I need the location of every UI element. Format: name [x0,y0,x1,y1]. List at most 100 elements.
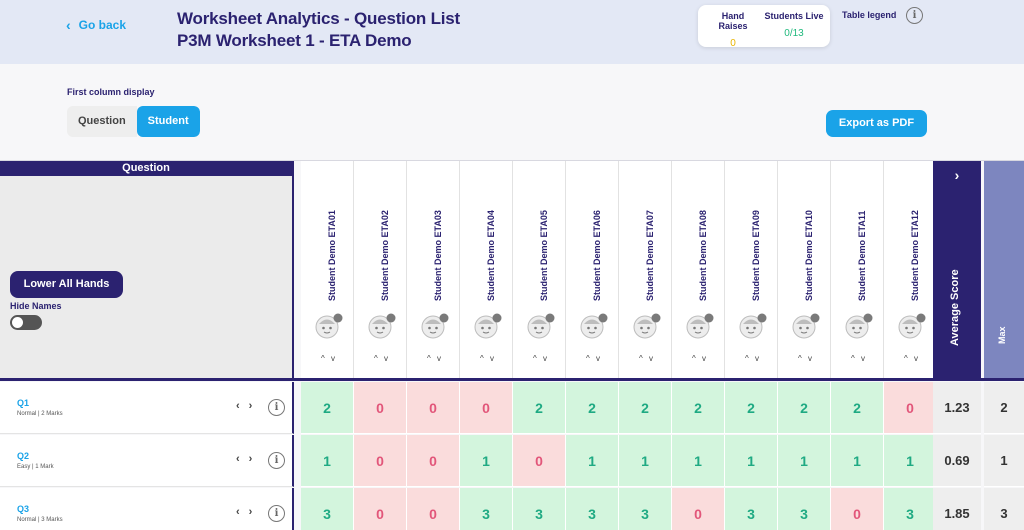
score-cell[interactable]: 0 [460,382,513,434]
sort-icon[interactable]: ^ v [633,354,661,363]
score-cell[interactable]: 1 [619,435,672,487]
student-name-text: Student Demo ETA10 [804,210,814,301]
go-back-link[interactable]: ‹ Go back [66,17,126,33]
sort-icon[interactable]: ^ v [792,354,820,363]
first-column-label: First column display [67,87,155,97]
info-icon[interactable]: i [268,452,285,469]
score-cell[interactable]: 0 [672,488,725,530]
table-legend-label: Table legend [842,10,897,20]
student-avatar-icon [580,313,608,339]
student-column-header: Student Demo ETA01 ^ v [301,161,354,378]
page-title: Worksheet Analytics - Question List [177,9,461,28]
score-cell[interactable]: 3 [513,488,566,530]
student-column-header: Student Demo ETA03 ^ v [407,161,460,378]
sort-icon[interactable]: ^ v [580,354,608,363]
sort-icon[interactable]: ^ v [739,354,767,363]
student-avatar-icon [315,313,343,339]
top-header: ‹ Go back Worksheet Analytics - Question… [0,0,1024,64]
max-score-cell: 1 [984,435,1024,487]
score-cell[interactable]: 3 [566,488,619,530]
score-cell[interactable]: 1 [460,435,513,487]
score-cell[interactable]: 1 [884,435,937,487]
live-stats-card: Hand Raises 0 Students Live 0/13 [698,5,830,49]
info-icon[interactable]: i [268,505,285,522]
chevron-left-right-icon[interactable]: ‹› [236,400,261,412]
student-avatar-icon [792,313,820,339]
score-cell[interactable]: 0 [354,488,407,530]
sort-icon[interactable]: ^ v [368,354,396,363]
student-avatar-icon [739,313,767,339]
score-cell[interactable]: 3 [778,488,831,530]
student-name-text: Student Demo ETA03 [433,210,443,301]
score-cell[interactable]: 0 [354,382,407,434]
students-live-label: Students Live [764,11,824,21]
table-row: Q2 Easy | 1 Mark ‹› i 1 0 0 1 0 1 1 1 1 1 1 1 0.69 1 [0,435,1024,487]
student-name: Student Demo ETA08 [672,161,725,306]
toggle-question[interactable]: Question [67,106,137,137]
students-live-stat: Students Live 0/13 [764,11,824,39]
question-label[interactable]: Q3 [17,504,29,514]
score-cell[interactable]: 0 [407,382,460,434]
info-icon[interactable]: i [906,7,923,24]
score-cell[interactable]: 1 [301,435,354,487]
sort-icon[interactable]: ^ v [898,354,926,363]
student-name-text: Student Demo ETA07 [645,210,655,301]
sort-icon[interactable]: ^ v [315,354,343,363]
score-cell[interactable]: 2 [778,382,831,434]
export-pdf-button[interactable]: Export as PDF [826,110,927,137]
score-cell[interactable]: 2 [619,382,672,434]
sort-icon[interactable]: ^ v [686,354,714,363]
score-cell[interactable]: 2 [566,382,619,434]
score-cell[interactable]: 3 [460,488,513,530]
hand-raises-stat: Hand Raises 0 [706,11,760,49]
student-name: Student Demo ETA06 [566,161,619,306]
score-cell[interactable]: 1 [672,435,725,487]
score-cell[interactable]: 3 [884,488,937,530]
chevron-left-right-icon[interactable]: ‹› [236,506,261,518]
student-column-header: Student Demo ETA12 ^ v [884,161,937,378]
info-icon[interactable]: i [268,399,285,416]
student-column-header: Student Demo ETA09 ^ v [725,161,778,378]
hide-names-label: Hide Names [10,301,62,311]
lower-all-hands-button[interactable]: Lower All Hands [10,271,123,298]
score-cell[interactable]: 0 [407,488,460,530]
score-cell[interactable]: 0 [354,435,407,487]
go-back-label: Go back [78,18,127,32]
score-cell[interactable]: 2 [513,382,566,434]
score-cell[interactable]: 1 [725,435,778,487]
toggle-student[interactable]: Student [136,106,200,137]
score-cell[interactable]: 0 [407,435,460,487]
score-cell[interactable]: 3 [619,488,672,530]
score-cell[interactable]: 0 [513,435,566,487]
max-score-cell: 2 [984,382,1024,434]
score-cell[interactable]: 2 [672,382,725,434]
chevron-left-right-icon[interactable]: ‹› [236,453,261,465]
student-column-header: Student Demo ETA05 ^ v [513,161,566,378]
header-separator [0,378,1024,381]
score-cell[interactable]: 2 [831,382,884,434]
sort-icon[interactable]: ^ v [845,354,873,363]
sort-icon[interactable]: ^ v [474,354,502,363]
score-cell[interactable]: 3 [301,488,354,530]
sort-icon[interactable]: ^ v [527,354,555,363]
student-avatar-icon [368,313,396,339]
score-cell[interactable]: 0 [831,488,884,530]
chevron-right-icon[interactable]: › [933,167,981,183]
score-cell[interactable]: 1 [778,435,831,487]
score-cell[interactable]: 3 [725,488,778,530]
question-label[interactable]: Q1 [17,398,29,408]
score-cell[interactable]: 2 [301,382,354,434]
hide-names-switch[interactable] [10,315,42,330]
score-cell[interactable]: 1 [566,435,619,487]
score-cell[interactable]: 1 [831,435,884,487]
max-label: Max [997,326,1007,344]
score-cell[interactable]: 2 [725,382,778,434]
sort-icon[interactable]: ^ v [421,354,449,363]
student-name-text: Student Demo ETA01 [327,210,337,301]
average-score-cell: 0.69 [933,435,981,487]
hand-raises-label: Hand Raises [718,11,748,31]
question-header-panel: Question Lower All Hands Hide Names [0,161,294,378]
question-label[interactable]: Q2 [17,451,29,461]
student-column-header: Student Demo ETA08 ^ v [672,161,725,378]
score-cell[interactable]: 0 [884,382,937,434]
